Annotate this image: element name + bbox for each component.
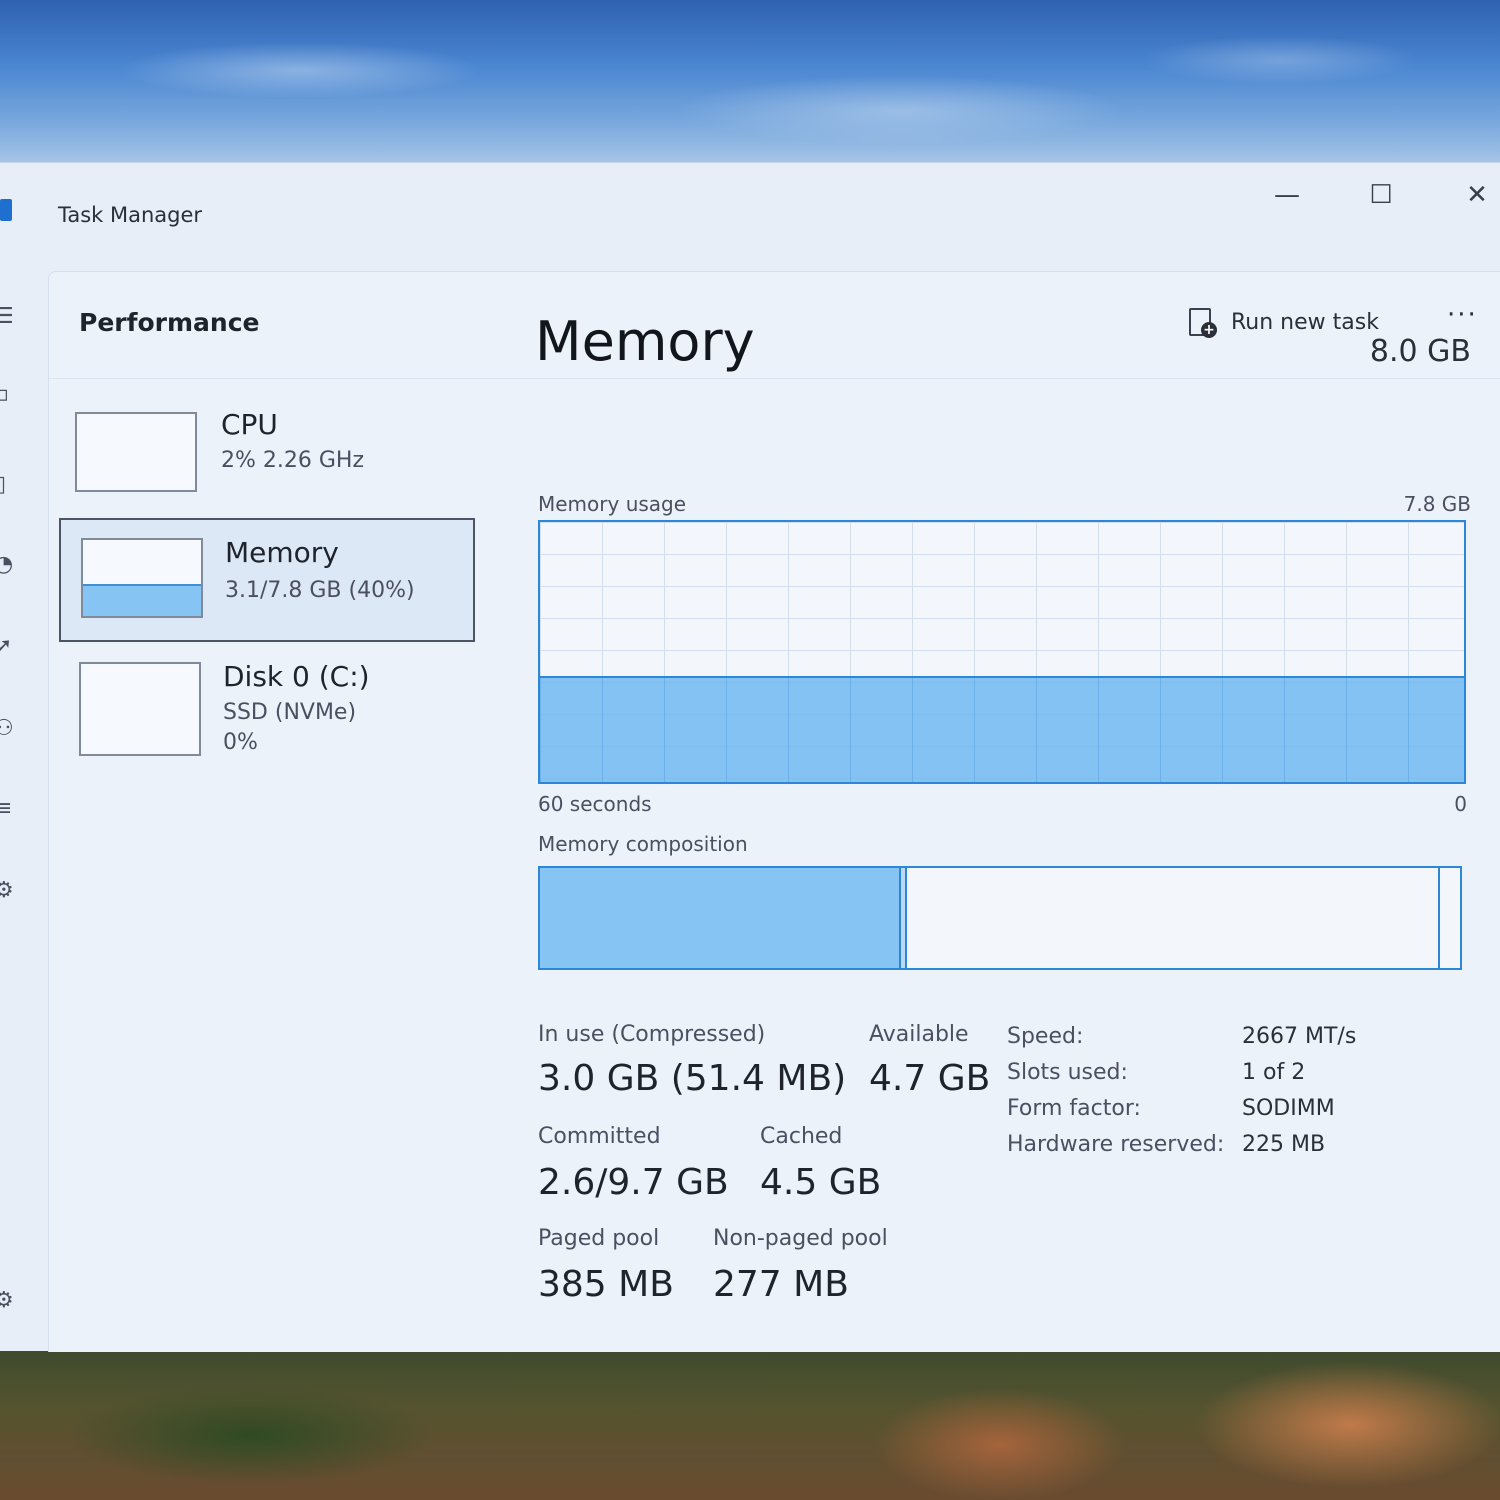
memory-heading: Memory	[535, 310, 755, 373]
performance-panel: Performance + Run new task ··· CPU 2% 2.…	[48, 271, 1500, 1352]
desktop-wallpaper-landscape	[0, 1345, 1500, 1500]
sidebar-item-label: CPU	[221, 408, 278, 441]
hardware-reserved-label: Hardware reserved:	[1007, 1132, 1225, 1157]
maximize-icon: ☐	[1369, 180, 1393, 210]
memory-thumbnail-fill	[83, 583, 201, 616]
speed-label: Speed:	[1007, 1024, 1084, 1049]
more-options-button[interactable]: ···	[1447, 300, 1478, 330]
memory-composition-bar	[538, 866, 1462, 970]
memory-usage-label: Memory usage	[538, 492, 687, 516]
sidebar-item-label: Disk 0 (C:)	[223, 660, 370, 693]
composition-free-divider	[1438, 868, 1440, 968]
sidebar-item-cpu[interactable]: CPU 2% 2.26 GHz	[59, 408, 475, 532]
run-new-task-button[interactable]: + Run new task	[1187, 302, 1379, 342]
composition-in-use-segment	[540, 868, 901, 968]
form-factor-value: SODIMM	[1242, 1096, 1335, 1121]
performance-icon[interactable]: ▯	[0, 473, 18, 497]
cpu-thumbnail-graph	[75, 412, 197, 492]
non-paged-pool-value: 277 MB	[713, 1264, 849, 1305]
desktop-wallpaper-sky	[0, 0, 1500, 165]
page-title: Performance	[79, 308, 260, 337]
in-use-label: In use (Compressed)	[538, 1022, 766, 1047]
slots-used-label: Slots used:	[1007, 1060, 1128, 1085]
minimize-button[interactable]: —	[1262, 175, 1312, 215]
task-manager-window: Task Manager — ☐ ✕ ☰ ▫ ▯ ◔ ➚ ⚇ ≡ ⚙ ⚙ Per…	[0, 162, 1500, 1352]
in-use-value: 3.0 GB (51.4 MB)	[538, 1058, 847, 1099]
sidebar-item-detail: 3.1/7.8 GB (40%)	[225, 578, 415, 603]
minimize-icon: —	[1274, 180, 1300, 210]
navigation-rail: ☰ ▫ ▯ ◔ ➚ ⚇ ≡ ⚙ ⚙	[0, 263, 48, 1351]
task-manager-app-icon	[0, 199, 12, 221]
graph-time-end-label: 0	[1454, 792, 1467, 816]
cached-label: Cached	[760, 1124, 843, 1149]
app-history-icon[interactable]: ◔	[0, 553, 18, 577]
processes-icon[interactable]: ▫	[0, 383, 18, 407]
slots-used-value: 1 of 2	[1242, 1060, 1306, 1085]
more-options-icon: ···	[1447, 300, 1478, 330]
sidebar-item-disk[interactable]: Disk 0 (C:) SSD (NVMe) 0%	[59, 656, 475, 806]
available-value: 4.7 GB	[869, 1058, 991, 1099]
committed-label: Committed	[538, 1124, 661, 1149]
form-factor-label: Form factor:	[1007, 1096, 1141, 1121]
graph-time-start-label: 60 seconds	[538, 792, 652, 816]
paged-pool-label: Paged pool	[538, 1226, 660, 1251]
settings-icon[interactable]: ⚙	[0, 1289, 18, 1313]
close-icon: ✕	[1466, 180, 1488, 210]
paged-pool-value: 385 MB	[538, 1264, 674, 1305]
run-new-task-icon: +	[1187, 306, 1217, 338]
memory-usage-graph	[538, 520, 1466, 784]
available-label: Available	[869, 1022, 969, 1047]
hamburger-menu-icon[interactable]: ☰	[0, 305, 18, 329]
run-new-task-label: Run new task	[1231, 309, 1379, 335]
close-button[interactable]: ✕	[1452, 175, 1500, 215]
sidebar-item-label: Memory	[225, 536, 339, 569]
non-paged-pool-label: Non-paged pool	[713, 1226, 888, 1251]
sidebar-item-memory[interactable]: Memory 3.1/7.8 GB (40%)	[59, 518, 475, 642]
users-icon[interactable]: ⚇	[0, 717, 18, 741]
committed-value: 2.6/9.7 GB	[538, 1162, 729, 1203]
startup-apps-icon[interactable]: ➚	[0, 635, 18, 659]
sidebar-item-detail: 2% 2.26 GHz	[221, 448, 365, 473]
speed-value: 2667 MT/s	[1242, 1024, 1357, 1049]
window-title: Task Manager	[58, 203, 203, 227]
memory-composition-label: Memory composition	[538, 832, 748, 856]
services-icon[interactable]: ⚙	[0, 879, 18, 903]
disk-thumbnail-graph	[79, 662, 201, 756]
cached-value: 4.5 GB	[760, 1162, 882, 1203]
sidebar-item-detail: SSD (NVMe)	[223, 700, 357, 725]
memory-thumbnail-graph	[81, 538, 203, 618]
header-divider	[49, 378, 1500, 379]
sidebar-item-detail-secondary: 0%	[223, 730, 258, 755]
hardware-reserved-value: 225 MB	[1242, 1132, 1326, 1157]
memory-usage-area	[540, 676, 1464, 782]
details-icon[interactable]: ≡	[0, 797, 18, 821]
memory-usage-max-label: 7.8 GB	[1403, 492, 1471, 516]
maximize-button[interactable]: ☐	[1356, 175, 1406, 215]
composition-modified-segment	[900, 868, 907, 968]
memory-total: 8.0 GB	[1369, 334, 1471, 369]
